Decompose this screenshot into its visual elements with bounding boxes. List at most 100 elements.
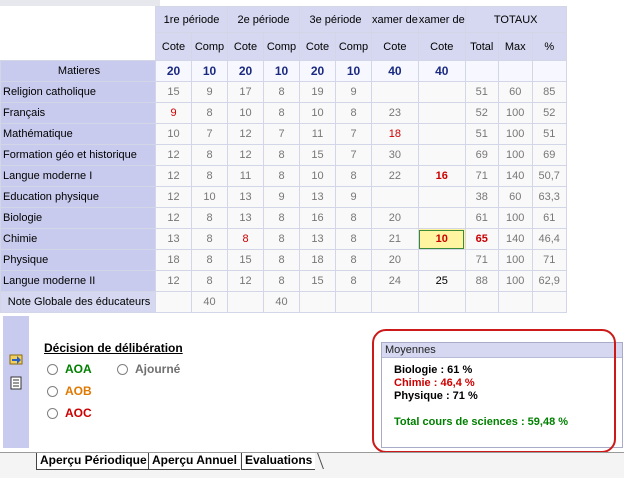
grade-cell[interactable]: 9 [263,186,300,208]
note-cell[interactable]: 40 [191,291,228,313]
grade-cell[interactable]: 9 [191,81,228,103]
document-list-icon[interactable] [9,376,23,390]
grade-cell[interactable]: 15 [227,249,264,271]
grade-cell[interactable]: 12 [155,165,192,187]
grade-cell[interactable]: 8 [191,207,228,229]
grade-cell[interactable]: 23 [371,102,419,124]
grade-cell[interactable] [371,81,419,103]
radio-aoc[interactable]: AOC [47,406,92,420]
grade-cell[interactable] [371,186,419,208]
grade-cell[interactable]: 8 [335,102,372,124]
tab-apercu-annuel[interactable]: Aperçu Annuel [148,453,240,470]
grade-cell[interactable]: 12 [155,270,192,292]
grade-cell[interactable] [417,102,466,124]
grade-cell[interactable]: 8 [191,270,228,292]
grade-cell[interactable]: 8 [191,228,228,250]
grade-cell[interactable]: 12 [155,207,192,229]
grade-cell[interactable] [417,207,466,229]
grade-cell[interactable]: 8 [263,270,300,292]
grade-cell[interactable]: 10 [227,102,264,124]
radio-circle-icon[interactable] [47,385,58,397]
grade-cell[interactable]: 9 [335,81,372,103]
grade-cell[interactable]: 25 [417,270,466,292]
grade-cell[interactable]: 12 [155,186,192,208]
grade-cell[interactable]: 8 [227,228,264,250]
grade-cell[interactable]: 12 [227,123,264,145]
grade-cell[interactable]: 13 [155,228,192,250]
grade-cell[interactable]: 11 [299,123,336,145]
grade-cell[interactable]: 16 [299,207,336,229]
grade-cell[interactable]: 8 [263,165,300,187]
grade-cell[interactable]: 12 [227,270,264,292]
grade-cell[interactable]: 30 [371,144,419,166]
grade-cell[interactable]: 12 [155,144,192,166]
note-cell[interactable] [155,291,192,313]
grade-cell[interactable]: 10 [299,165,336,187]
grade-cell[interactable]: 8 [191,144,228,166]
grade-cell[interactable]: 7 [263,123,300,145]
grade-cell[interactable]: 20 [371,207,419,229]
grade-cell[interactable]: 8 [191,102,228,124]
tab-apercu-periodique[interactable]: Aperçu Périodique [36,453,150,470]
grade-cell[interactable]: 9 [155,102,192,124]
grade-cell[interactable]: 8 [263,207,300,229]
grade-cell[interactable]: 15 [155,81,192,103]
note-cell[interactable] [371,291,419,313]
grade-cell[interactable]: 20 [371,249,419,271]
grade-cell[interactable]: 18 [155,249,192,271]
radio-circle-icon[interactable] [117,363,128,375]
grade-cell[interactable]: 12 [227,144,264,166]
grade-cell[interactable]: 8 [191,165,228,187]
grade-cell[interactable]: 13 [227,207,264,229]
grade-cell[interactable]: 8 [263,249,300,271]
note-cell[interactable]: 40 [263,291,300,313]
grade-cell[interactable]: 19 [299,81,336,103]
radio-aoa[interactable]: AOA [47,362,92,376]
grade-cell[interactable]: 15 [299,144,336,166]
grade-cell[interactable]: 10 [417,228,466,250]
refresh-arrow-icon[interactable] [9,352,23,366]
grade-cell[interactable]: 13 [299,228,336,250]
grade-cell[interactable]: 8 [191,249,228,271]
grade-cell[interactable]: 7 [191,123,228,145]
grade-cell[interactable]: 8 [263,81,300,103]
grade-cell[interactable]: 11 [227,165,264,187]
tab-evaluations[interactable]: Evaluations [241,453,316,470]
grade-cell[interactable]: 22 [371,165,419,187]
grade-cell[interactable]: 8 [335,270,372,292]
grade-cell[interactable]: 21 [371,228,419,250]
grade-cell[interactable]: 16 [417,165,466,187]
grade-cell[interactable]: 7 [335,144,372,166]
grade-cell[interactable]: 10 [191,186,228,208]
grade-cell[interactable]: 10 [155,123,192,145]
grade-cell[interactable] [417,81,466,103]
note-cell[interactable] [335,291,372,313]
grade-cell[interactable] [417,186,466,208]
note-cell[interactable] [299,291,336,313]
note-cell[interactable] [227,291,264,313]
grade-cell[interactable] [417,249,466,271]
grade-cell[interactable]: 17 [227,81,264,103]
grade-cell[interactable]: 8 [263,228,300,250]
grade-cell[interactable]: 15 [299,270,336,292]
radio-ajourne[interactable]: Ajourné [117,362,180,376]
grade-cell[interactable]: 8 [263,102,300,124]
grade-cell[interactable]: 8 [335,165,372,187]
grade-cell[interactable]: 13 [227,186,264,208]
radio-circle-icon[interactable] [47,407,58,419]
grade-cell[interactable] [417,144,466,166]
grade-cell[interactable]: 8 [263,144,300,166]
grade-cell[interactable] [417,123,466,145]
grade-cell[interactable]: 24 [371,270,419,292]
radio-circle-icon[interactable] [47,363,58,375]
grade-cell[interactable]: 8 [335,207,372,229]
note-cell[interactable] [417,291,466,313]
grade-cell[interactable]: 18 [299,249,336,271]
grade-cell[interactable]: 8 [335,228,372,250]
grade-cell[interactable]: 10 [299,102,336,124]
grade-cell[interactable]: 9 [335,186,372,208]
grade-cell[interactable]: 18 [371,123,419,145]
grade-cell[interactable]: 13 [299,186,336,208]
grade-cell[interactable]: 8 [335,249,372,271]
grade-cell[interactable]: 7 [335,123,372,145]
